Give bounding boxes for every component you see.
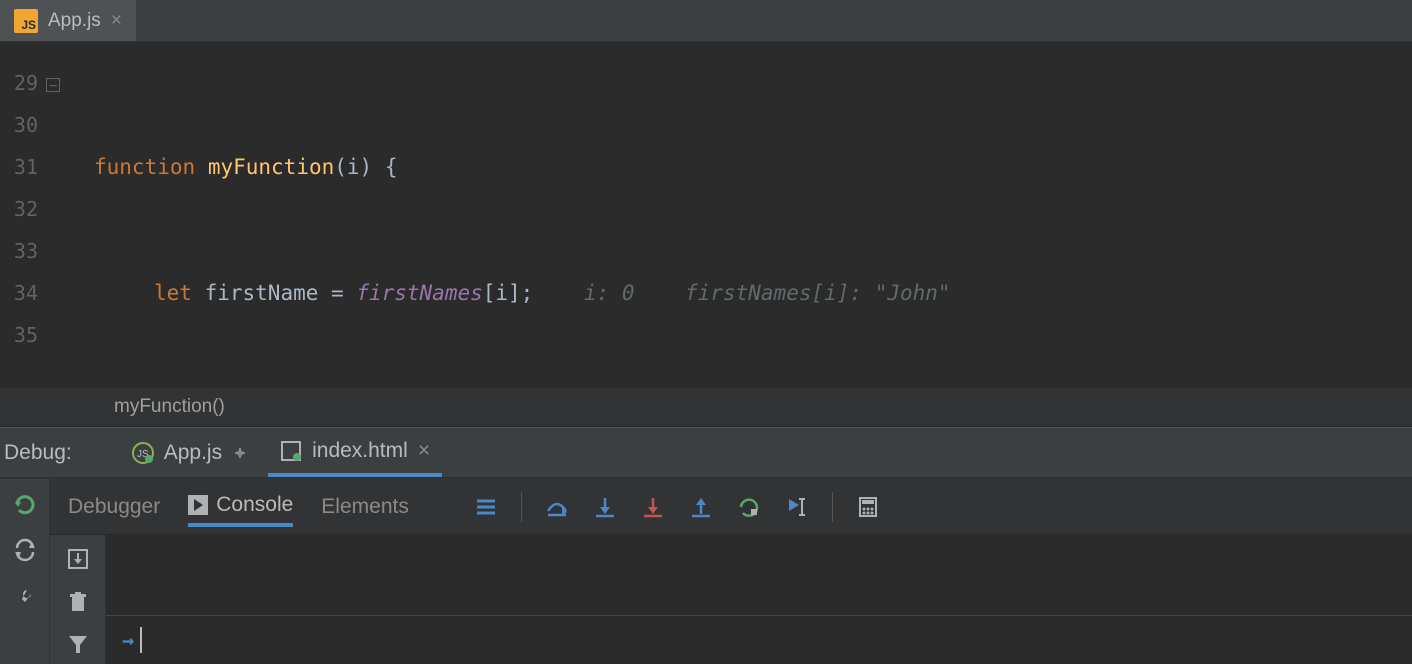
scroll-to-end-icon[interactable] [66, 547, 90, 571]
stepping-toolbar [453, 492, 881, 522]
step-out-icon[interactable] [688, 494, 714, 520]
step-over-icon[interactable] [544, 494, 570, 520]
debug-tab-indexhtml[interactable]: index.html × [268, 428, 442, 477]
fold-column [44, 42, 64, 387]
clear-icon[interactable] [67, 591, 89, 613]
prompt-icon: → [122, 628, 134, 652]
debug-tool-window-body: Debugger Console Elements [0, 479, 1412, 664]
debug-tab-label: App.js [164, 441, 222, 465]
console-input[interactable]: → [106, 616, 1412, 664]
close-icon[interactable]: × [418, 439, 430, 463]
fold-icon[interactable] [46, 78, 60, 92]
wrench-icon[interactable] [10, 581, 40, 611]
tab-label: App.js [48, 10, 101, 32]
html-run-icon [280, 440, 302, 462]
console-panel: Debugger Console Elements [50, 479, 1412, 664]
filter-icon[interactable] [67, 633, 89, 655]
debug-side-toolbar [0, 479, 50, 664]
console-main: → [106, 535, 1412, 664]
divider [832, 492, 833, 522]
debug-tool-window-header: Debug: JS App.js index.html × [0, 427, 1412, 479]
editor-tab-bar: JS App.js × [0, 0, 1412, 42]
divider [521, 492, 522, 522]
evaluate-icon[interactable] [784, 494, 810, 520]
close-icon[interactable]: × [111, 10, 122, 32]
js-file-icon: JS [14, 9, 38, 33]
tab-elements[interactable]: Elements [321, 489, 409, 525]
rerun-icon[interactable] [10, 489, 40, 519]
calculator-icon[interactable] [855, 494, 881, 520]
text-cursor [140, 627, 142, 653]
pin-icon[interactable] [232, 445, 248, 461]
reload-icon[interactable] [10, 535, 40, 565]
tab-console[interactable]: Console [188, 487, 293, 527]
editor-tab-appjs[interactable]: JS App.js × [0, 0, 136, 41]
line-number-gutter: 29 30 31 32 33 34 35 [0, 42, 44, 387]
console-tab-bar: Debugger Console Elements [50, 479, 1412, 535]
console-body: → [50, 535, 1412, 664]
force-step-into-icon[interactable] [640, 494, 666, 520]
debug-tab-appjs[interactable]: JS App.js [120, 428, 260, 477]
tab-debugger[interactable]: Debugger [68, 489, 160, 525]
breadcrumb-label: myFunction() [114, 396, 225, 418]
code-text-area[interactable]: function myFunction(i) { let firstName =… [64, 42, 1412, 387]
debug-label: Debug: [4, 441, 72, 465]
menu-icon[interactable] [473, 494, 499, 520]
console-output[interactable] [106, 535, 1412, 616]
console-play-icon [188, 495, 208, 515]
code-editor[interactable]: 29 30 31 32 33 34 35 function myFunction… [0, 42, 1412, 387]
step-into-icon[interactable] [592, 494, 618, 520]
breadcrumb[interactable]: myFunction() [0, 387, 1412, 427]
run-to-cursor-icon[interactable] [736, 494, 762, 520]
debug-tab-label: index.html [312, 439, 408, 463]
console-side-toolbar [50, 535, 106, 664]
js-run-icon: JS [132, 442, 154, 464]
